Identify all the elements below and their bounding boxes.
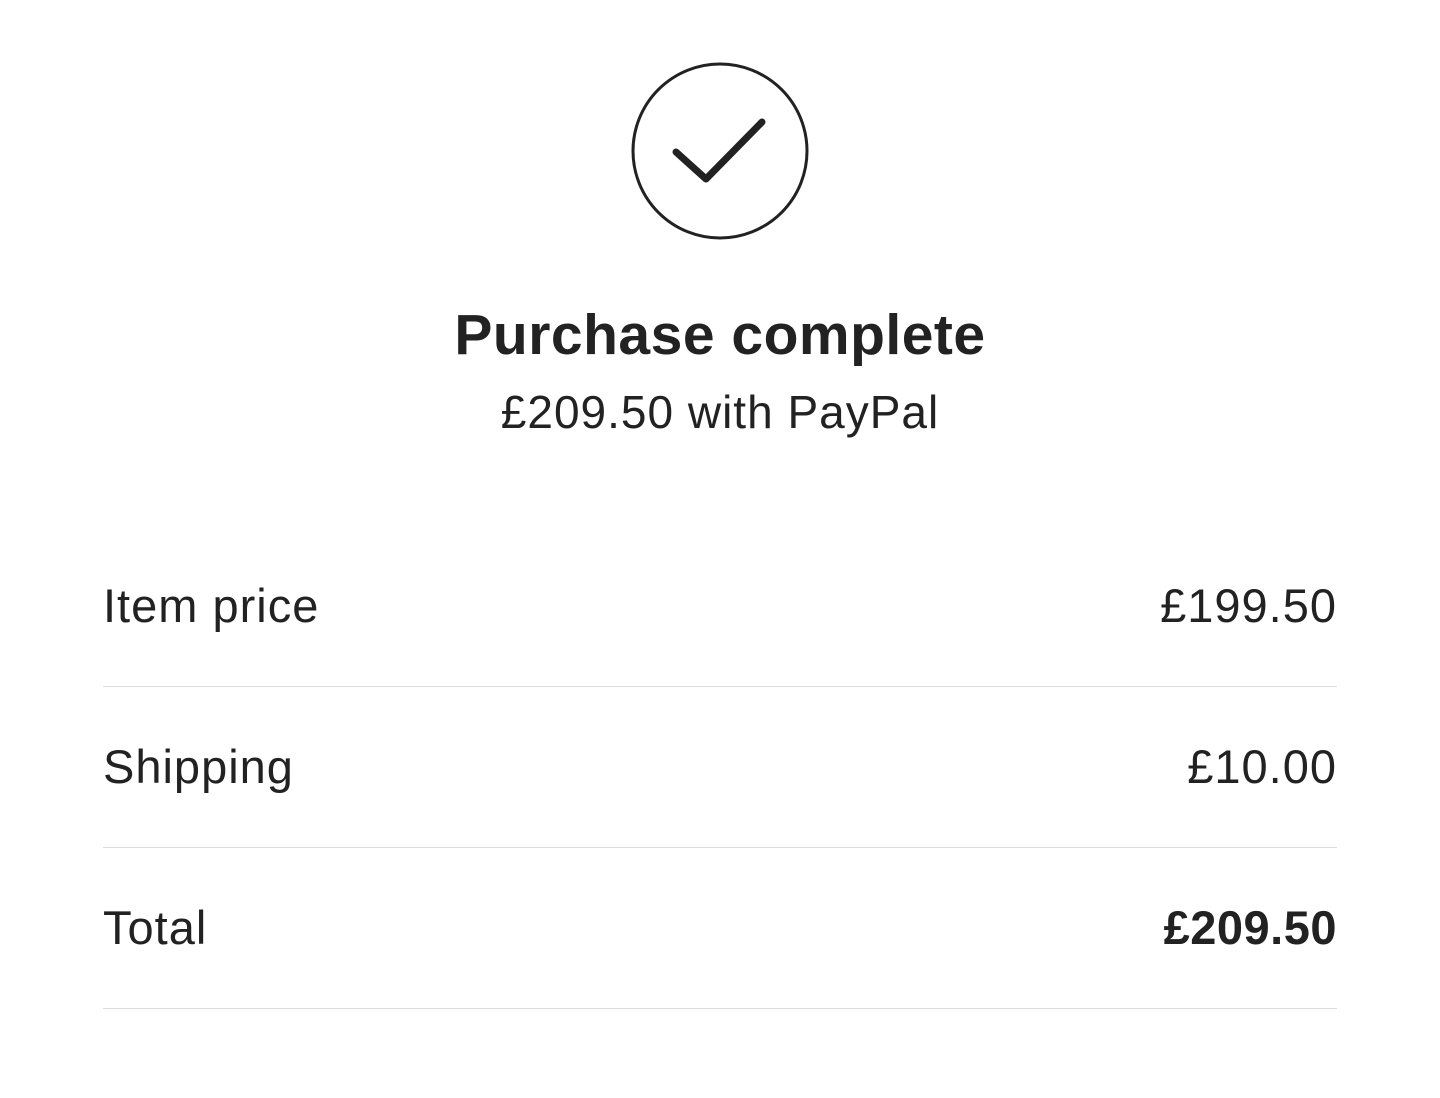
summary-row-total: Total £209.50 bbox=[103, 848, 1337, 1009]
summary-row-item-price: Item price £199.50 bbox=[103, 526, 1337, 687]
shipping-label: Shipping bbox=[103, 740, 294, 793]
page-title: Purchase complete bbox=[454, 303, 986, 367]
item-price-label: Item price bbox=[103, 579, 320, 632]
order-summary: Item price £199.50 Shipping £10.00 Total… bbox=[103, 526, 1337, 1009]
check-circle-icon bbox=[630, 61, 810, 241]
shipping-value: £10.00 bbox=[1187, 740, 1337, 793]
summary-row-shipping: Shipping £10.00 bbox=[103, 687, 1337, 848]
total-value: £209.50 bbox=[1163, 901, 1337, 954]
item-price-value: £199.50 bbox=[1160, 579, 1337, 632]
total-label: Total bbox=[103, 901, 208, 954]
payment-summary: £209.50 with PayPal bbox=[500, 386, 940, 438]
